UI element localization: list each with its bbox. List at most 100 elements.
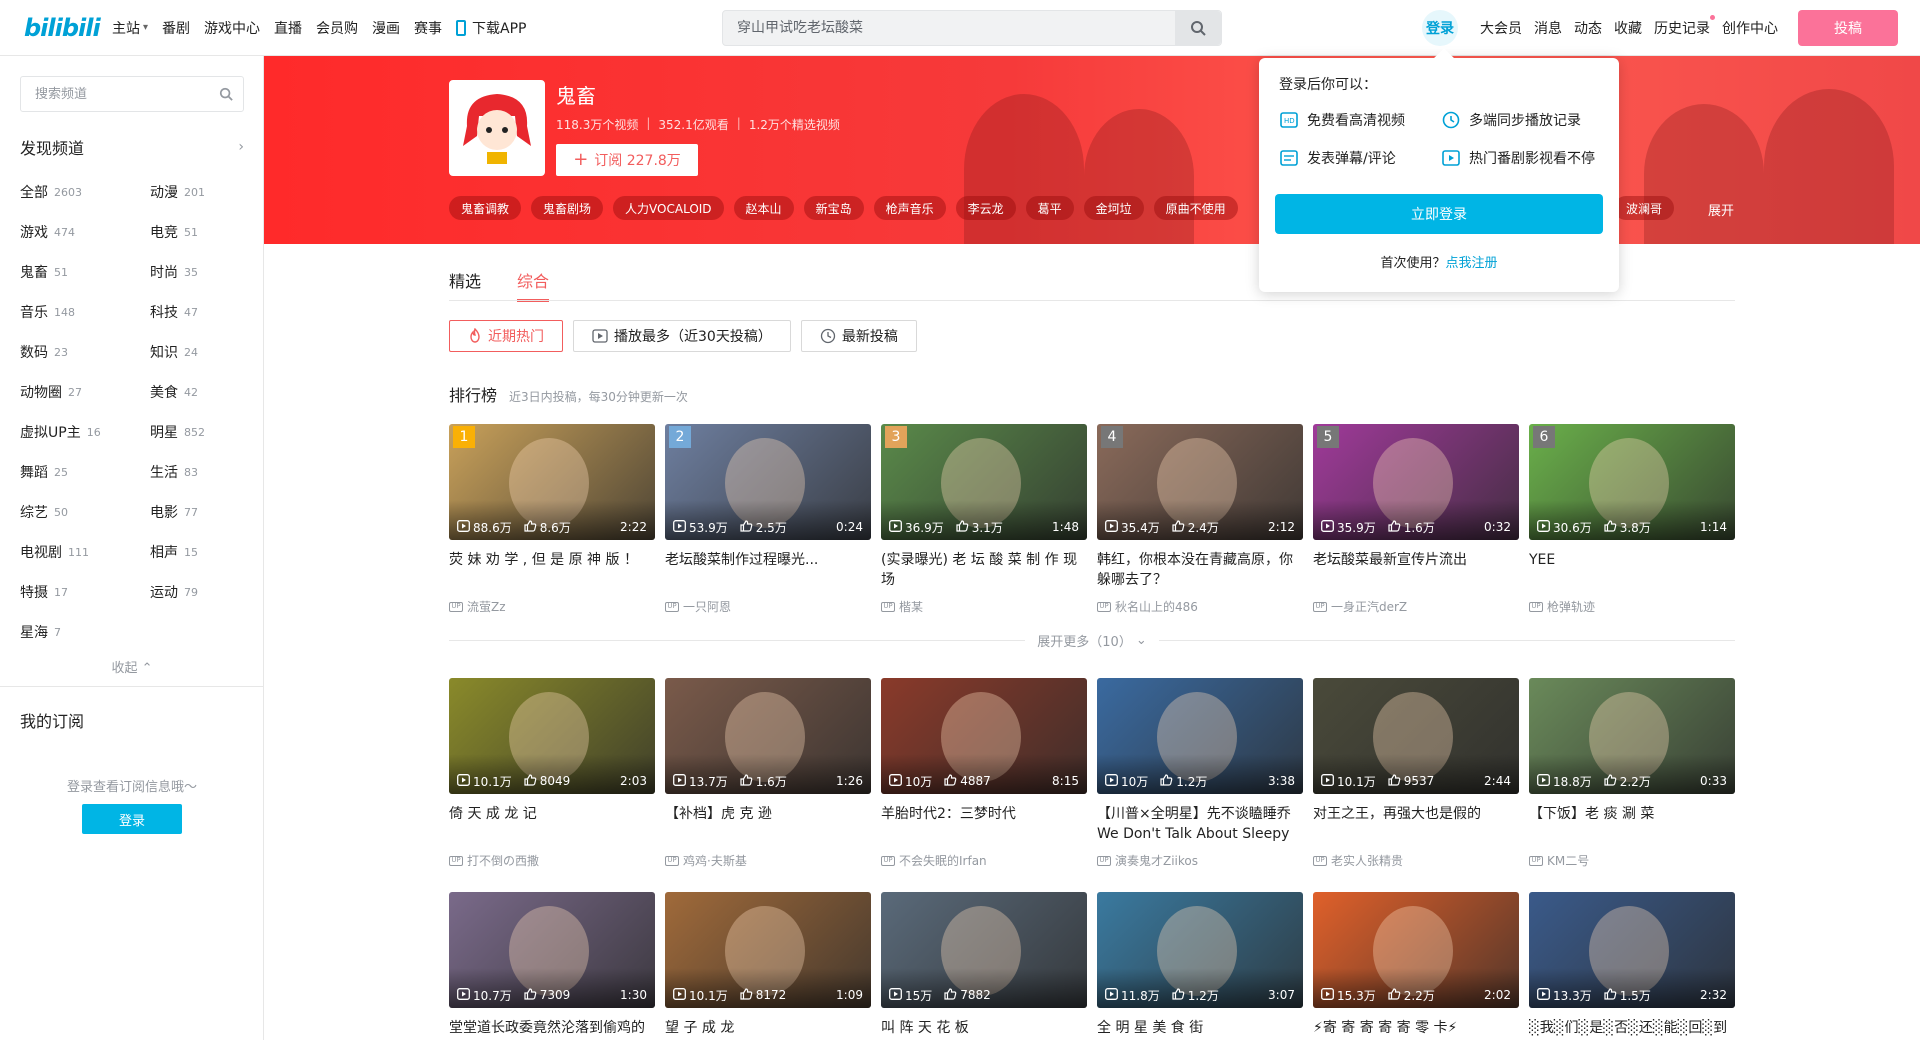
filter-recent-hot[interactable]: 近期热门 — [449, 320, 563, 352]
category-item[interactable]: 电视剧 111 — [20, 532, 150, 572]
filter-most-played[interactable]: 播放最多（近30天投稿） — [573, 320, 791, 352]
video-card[interactable]: 5 35.9万 1.6万 0:32 老坛酸菜最新宣传片流出 UP 一身正汽derZ — [1313, 424, 1519, 615]
login-avatar-button[interactable]: 登录 — [1422, 10, 1458, 46]
nav-item-live[interactable]: 直播 — [274, 18, 302, 38]
channel-tag[interactable]: 原曲不使用 — [1153, 196, 1238, 220]
bilibili-logo[interactable]: bilibili — [24, 13, 101, 43]
video-thumbnail[interactable]: 10.1万 8172 1:09 — [665, 892, 871, 1008]
uploader[interactable]: UP 秋名山上的486 — [1097, 598, 1303, 615]
category-item[interactable]: 电竞 51 — [150, 212, 250, 252]
video-thumbnail[interactable]: 6 30.6万 3.8万 1:14 — [1529, 424, 1735, 540]
nav-item-messages[interactable]: 消息 — [1534, 18, 1562, 38]
channel-tag[interactable]: 李云龙 — [955, 196, 1016, 220]
filter-latest[interactable]: 最新投稿 — [800, 320, 917, 352]
category-item[interactable]: 动漫 201 — [150, 172, 250, 212]
category-item[interactable]: 音乐 148 — [20, 292, 150, 332]
video-card[interactable]: 13.7万 1.6万 1:26 【补档】虎 克 逊 UP 鸡鸡·夫斯基 — [665, 678, 871, 869]
channel-tag[interactable]: 鬼畜调教 — [449, 196, 522, 220]
nav-item-game-center[interactable]: 游戏中心 — [204, 18, 260, 38]
video-card[interactable]: 10.1万 8172 1:09 望 子 成 龙 — [665, 892, 871, 1058]
category-item[interactable]: 虚拟UP主 16 — [20, 412, 150, 452]
tab-featured[interactable]: 精选 — [449, 268, 481, 302]
video-title[interactable]: 老坛酸菜制作过程曝光... — [665, 550, 871, 590]
category-item[interactable]: 特摄 17 — [20, 572, 150, 612]
channel-tag[interactable]: 金坷垃 — [1083, 196, 1144, 220]
category-item[interactable]: 舞蹈 25 — [20, 452, 150, 492]
video-card[interactable]: 15万 7882 叫 阵 天 花 板 — [881, 892, 1087, 1058]
category-item[interactable]: 星海 7 — [20, 612, 150, 652]
category-item[interactable]: 全部 2603 — [20, 172, 150, 212]
video-thumbnail[interactable]: 13.7万 1.6万 1:26 — [665, 678, 871, 794]
subscribe-button[interactable]: + 订阅 227.8万 — [556, 144, 698, 176]
search-input[interactable] — [723, 11, 1175, 45]
video-title[interactable]: 老坛酸菜最新宣传片流出 — [1313, 550, 1519, 590]
video-title[interactable]: 【下饭】老 痰 涮 菜 — [1529, 804, 1735, 844]
uploader[interactable]: UP 鸡鸡·夫斯基 — [665, 852, 871, 869]
video-title[interactable]: 【补档】虎 克 逊 — [665, 804, 871, 844]
uploader[interactable]: UP 楷某 — [881, 598, 1087, 615]
video-title[interactable]: 倚 天 成 龙 记 — [449, 804, 655, 844]
video-thumbnail[interactable]: 10.1万 8049 2:03 — [449, 678, 655, 794]
nav-item-vip[interactable]: 大会员 — [1480, 18, 1522, 38]
uploader[interactable]: UP 枪弹轨迹 — [1529, 598, 1735, 615]
video-title[interactable]: 【川普×全明星】先不谈瞌睡乔We Don't Talk About Sleepy… — [1097, 804, 1303, 844]
nav-item-dynamics[interactable]: 动态 — [1574, 18, 1602, 38]
video-thumbnail[interactable]: 10万 1.2万 3:38 — [1097, 678, 1303, 794]
video-title[interactable]: 全 明 星 美 食 街 — [1097, 1018, 1303, 1058]
uploader[interactable]: UP 演奏鬼才Ziikos — [1097, 852, 1303, 869]
video-thumbnail[interactable]: 3 36.9万 3.1万 1:48 — [881, 424, 1087, 540]
category-item[interactable]: 相声 15 — [150, 532, 250, 572]
video-card[interactable]: 3 36.9万 3.1万 1:48 (实录曝光) 老 坛 酸 菜 制 作 现 场 UP 楷某 — [881, 424, 1087, 615]
video-thumbnail[interactable]: 5 35.9万 1.6万 0:32 — [1313, 424, 1519, 540]
channel-search-input[interactable] — [21, 77, 219, 111]
login-now-button[interactable]: 立即登录 — [1275, 194, 1603, 234]
nav-item-member-shop[interactable]: 会员购 — [316, 18, 358, 38]
category-item[interactable]: 鬼畜 51 — [20, 252, 150, 292]
video-title[interactable]: ⚡寄 寄 寄 寄 寄 零 卡⚡ — [1313, 1018, 1519, 1058]
video-card[interactable]: 10.1万 9537 2:44 对王之王，再强大也是假的 UP 老实人张精贵 — [1313, 678, 1519, 869]
video-card[interactable]: 10万 4887 8:15 羊胎时代2：三梦时代 UP 不会失眠的Irfan — [881, 678, 1087, 869]
channel-tag[interactable]: 鬼畜剧场 — [531, 196, 604, 220]
nav-item-main-site[interactable]: 主站 ▾ — [112, 18, 148, 38]
channel-tag[interactable]: 赵本山 — [733, 196, 794, 220]
video-card[interactable]: 15.3万 2.2万 2:02 ⚡寄 寄 寄 寄 寄 零 卡⚡ — [1313, 892, 1519, 1058]
uploader[interactable]: UP 一只阿恩 — [665, 598, 871, 615]
video-card[interactable]: 10.1万 8049 2:03 倚 天 成 龙 记 UP 打不倒の西撒 — [449, 678, 655, 869]
video-card[interactable]: 6 30.6万 3.8万 1:14 YEE UP 枪弹轨迹 — [1529, 424, 1735, 615]
video-title[interactable]: 望 子 成 龙 — [665, 1018, 871, 1058]
video-card[interactable]: 10万 1.2万 3:38 【川普×全明星】先不谈瞌睡乔We Don't Talk A… — [1097, 678, 1303, 869]
video-thumbnail[interactable]: 15万 7882 — [881, 892, 1087, 1008]
video-thumbnail[interactable]: 11.8万 1.2万 3:07 — [1097, 892, 1303, 1008]
video-thumbnail[interactable]: 13.3万 1.5万 2:32 — [1529, 892, 1735, 1008]
video-thumbnail[interactable]: 18.8万 2.2万 0:33 — [1529, 678, 1735, 794]
video-thumbnail[interactable]: 2 53.9万 2.5万 0:24 — [665, 424, 871, 540]
channel-tag[interactable]: 波澜哥 — [1614, 196, 1675, 220]
nav-item-favorites[interactable]: 收藏 — [1614, 18, 1642, 38]
uploader[interactable]: UP 打不倒の西撒 — [449, 852, 655, 869]
nav-item-manga[interactable]: 漫画 — [372, 18, 400, 38]
sidebar-login-button[interactable]: 登录 — [82, 804, 182, 834]
nav-item-esports[interactable]: 赛事 — [414, 18, 442, 38]
video-title[interactable]: 韩红，你根本没在青藏高原，你躲哪去了？ — [1097, 550, 1303, 590]
category-item[interactable]: 时尚 35 — [150, 252, 250, 292]
video-title[interactable]: 荧 妹 劝 学 , 但 是 原 神 版 ！ — [449, 550, 655, 590]
video-card[interactable]: 11.8万 1.2万 3:07 全 明 星 美 食 街 — [1097, 892, 1303, 1058]
channel-tag[interactable]: 枪声音乐 — [873, 196, 946, 220]
search-button[interactable] — [1175, 11, 1221, 45]
video-thumbnail[interactable]: 15.3万 2.2万 2:02 — [1313, 892, 1519, 1008]
nav-item-creator-center[interactable]: 创作中心 — [1722, 18, 1778, 38]
category-item[interactable]: 综艺 50 — [20, 492, 150, 532]
expand-more-button[interactable]: 展开更多（10） ⌄ — [1025, 631, 1158, 650]
expand-tags-button[interactable]: 展开 — [1708, 200, 1734, 219]
video-title[interactable]: 对王之王，再强大也是假的 — [1313, 804, 1519, 844]
video-card[interactable]: 13.3万 1.5万 2:32 ░我░们░是░否░还░能░回░到 — [1529, 892, 1735, 1058]
video-card[interactable]: 10.7万 7309 1:30 堂堂道长政委竟然沦落到偷鸡的 — [449, 892, 655, 1058]
video-title[interactable]: 叫 阵 天 花 板 — [881, 1018, 1087, 1058]
uploader[interactable]: UP 老实人张精贵 — [1313, 852, 1519, 869]
discover-channels-link[interactable]: 发现频道 › — [20, 132, 244, 162]
channel-tag[interactable]: 新宝岛 — [803, 196, 864, 220]
video-title[interactable]: YEE — [1529, 550, 1735, 590]
nav-item-download-app[interactable]: 下载APP — [456, 18, 527, 38]
video-title[interactable]: 堂堂道长政委竟然沦落到偷鸡的 — [449, 1018, 655, 1058]
channel-tag[interactable]: 人力VOCALOID — [613, 196, 724, 220]
